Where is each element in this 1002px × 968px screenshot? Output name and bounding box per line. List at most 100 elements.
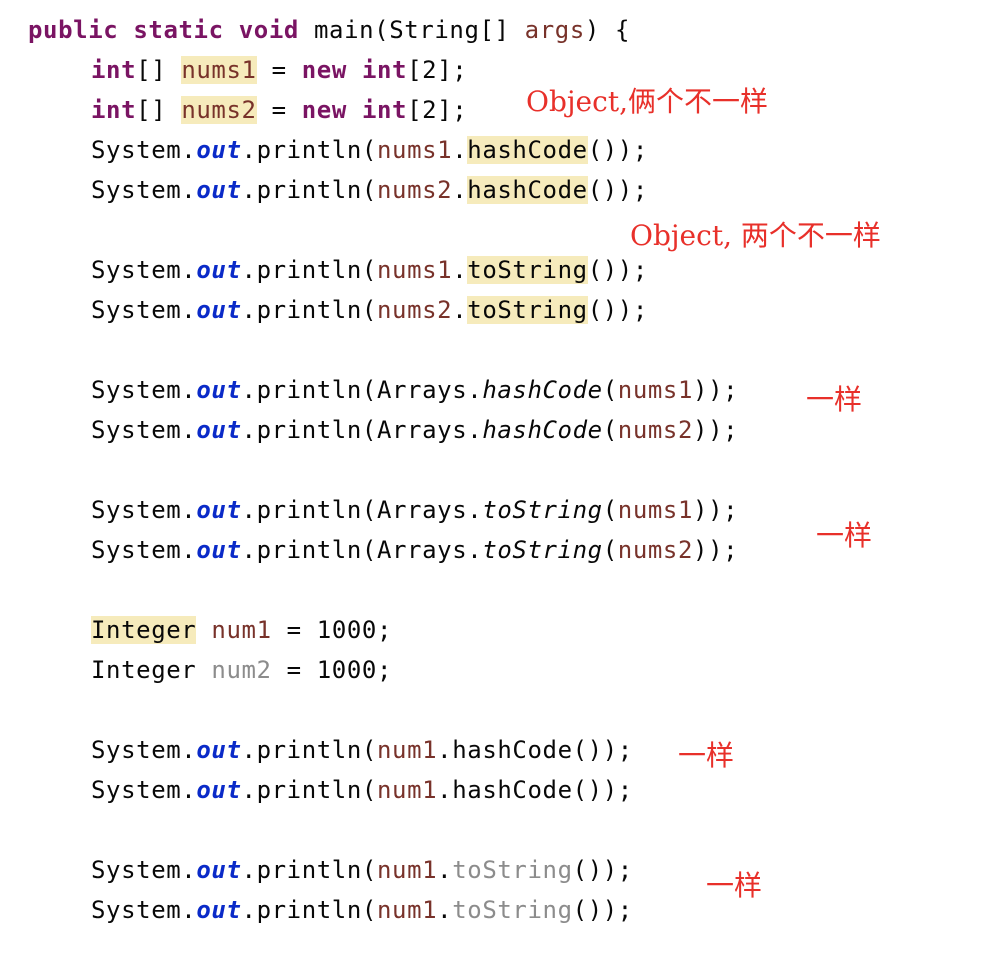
code-token: .println(: [241, 176, 377, 204]
code-token: (: [602, 536, 618, 564]
code-token: (: [602, 376, 618, 404]
code-token: static: [133, 16, 224, 44]
code-token: .: [452, 176, 468, 204]
code-token: .println(: [241, 256, 377, 284]
code-token: System.: [91, 896, 197, 924]
code-token: .: [437, 896, 453, 924]
code-token: nums1: [617, 496, 694, 524]
code-token: [2];: [407, 96, 468, 124]
code-token: =: [256, 96, 302, 124]
code-token: toString: [452, 896, 573, 924]
code-token: hashCode: [482, 416, 603, 444]
code-token: int: [91, 56, 137, 84]
code-line: System.out.println(nums1.toString());: [28, 250, 988, 290]
code-token: toString: [467, 256, 588, 284]
annotation-text: 一样: [678, 739, 735, 772]
code-token: ());: [572, 896, 633, 924]
code-token: args: [524, 16, 585, 44]
code-token: nums1: [376, 136, 453, 164]
code-token: .: [452, 256, 468, 284]
code-token: toString: [467, 296, 588, 324]
code-token: ));: [693, 416, 739, 444]
code-line: int[] nums1 = new int[2];: [28, 50, 988, 90]
code-token: .: [452, 136, 468, 164]
code-token: out: [196, 896, 242, 924]
code-token: .println(: [241, 136, 377, 164]
annotation-text: 一样: [816, 519, 873, 552]
code-line: System.out.println(num1.toString());: [28, 890, 988, 930]
code-token: out: [196, 416, 242, 444]
code-token: int: [361, 96, 408, 124]
code-token: out: [196, 376, 242, 404]
code-token: []: [136, 96, 182, 124]
code-token: = 1000;: [271, 656, 393, 684]
code-token: nums1: [376, 256, 453, 284]
code-token: .hashCode());: [437, 736, 633, 764]
code-token: hashCode: [482, 376, 603, 404]
code-token: .println(: [241, 896, 377, 924]
code-token: (: [602, 416, 618, 444]
code-token: public: [28, 16, 119, 44]
code-token: = 1000;: [271, 616, 393, 644]
code-token: System.: [91, 416, 197, 444]
code-token: out: [196, 736, 242, 764]
code-token: System.: [91, 136, 197, 164]
code-editor[interactable]: public static void main(String[] args) {…: [28, 10, 988, 930]
code-token: [2];: [407, 56, 468, 84]
code-token: ());: [572, 856, 633, 884]
code-token: (: [602, 496, 618, 524]
code-token: .println(: [241, 856, 377, 884]
code-token: nums2: [376, 296, 453, 324]
code-token: out: [196, 536, 242, 564]
code-token: nums1: [181, 56, 257, 84]
code-line: System.out.println(num1.hashCode());: [28, 770, 988, 810]
code-token: []: [136, 56, 182, 84]
code-token: =: [256, 56, 302, 84]
code-token: .println(Arrays.: [241, 536, 483, 564]
code-token: ));: [693, 496, 739, 524]
code-token: Integer: [91, 616, 197, 644]
code-token: .println(: [241, 296, 377, 324]
code-token: System.: [91, 496, 197, 524]
code-token: ());: [587, 176, 648, 204]
code-token: num1: [376, 896, 438, 924]
annotation-text: Object,俩个不一样: [526, 85, 768, 118]
code-token: num1: [376, 776, 438, 804]
code-line: System.out.println(nums2.toString());: [28, 290, 988, 330]
code-token: .println(Arrays.: [241, 416, 483, 444]
code-token: num1: [211, 616, 272, 644]
code-token: System.: [91, 536, 197, 564]
code-token: nums2: [617, 536, 694, 564]
code-token: int: [361, 56, 408, 84]
code-token: out: [196, 776, 242, 804]
code-token: System.: [91, 776, 197, 804]
code-token: nums2: [376, 176, 453, 204]
code-token: ));: [693, 376, 739, 404]
code-token: toString: [482, 496, 603, 524]
code-token: out: [196, 256, 242, 284]
code-line: Integer num1 = 1000;: [28, 610, 988, 650]
code-token: System.: [91, 376, 197, 404]
code-token: num1: [376, 856, 438, 884]
code-token: int: [91, 96, 137, 124]
code-token: toString: [482, 536, 603, 564]
code-token: new: [301, 56, 347, 84]
code-token: Integer: [91, 656, 212, 684]
annotation-text: 一样: [706, 869, 763, 902]
code-token: ());: [587, 256, 648, 284]
code-token: System.: [91, 856, 197, 884]
code-line: System.out.println(nums2.hashCode());: [28, 170, 988, 210]
code-token: nums2: [181, 96, 257, 124]
code-line: System.out.println(num1.hashCode());: [28, 730, 988, 770]
code-token: ());: [587, 136, 648, 164]
code-token: hashCode: [467, 176, 588, 204]
code-token: out: [196, 136, 242, 164]
